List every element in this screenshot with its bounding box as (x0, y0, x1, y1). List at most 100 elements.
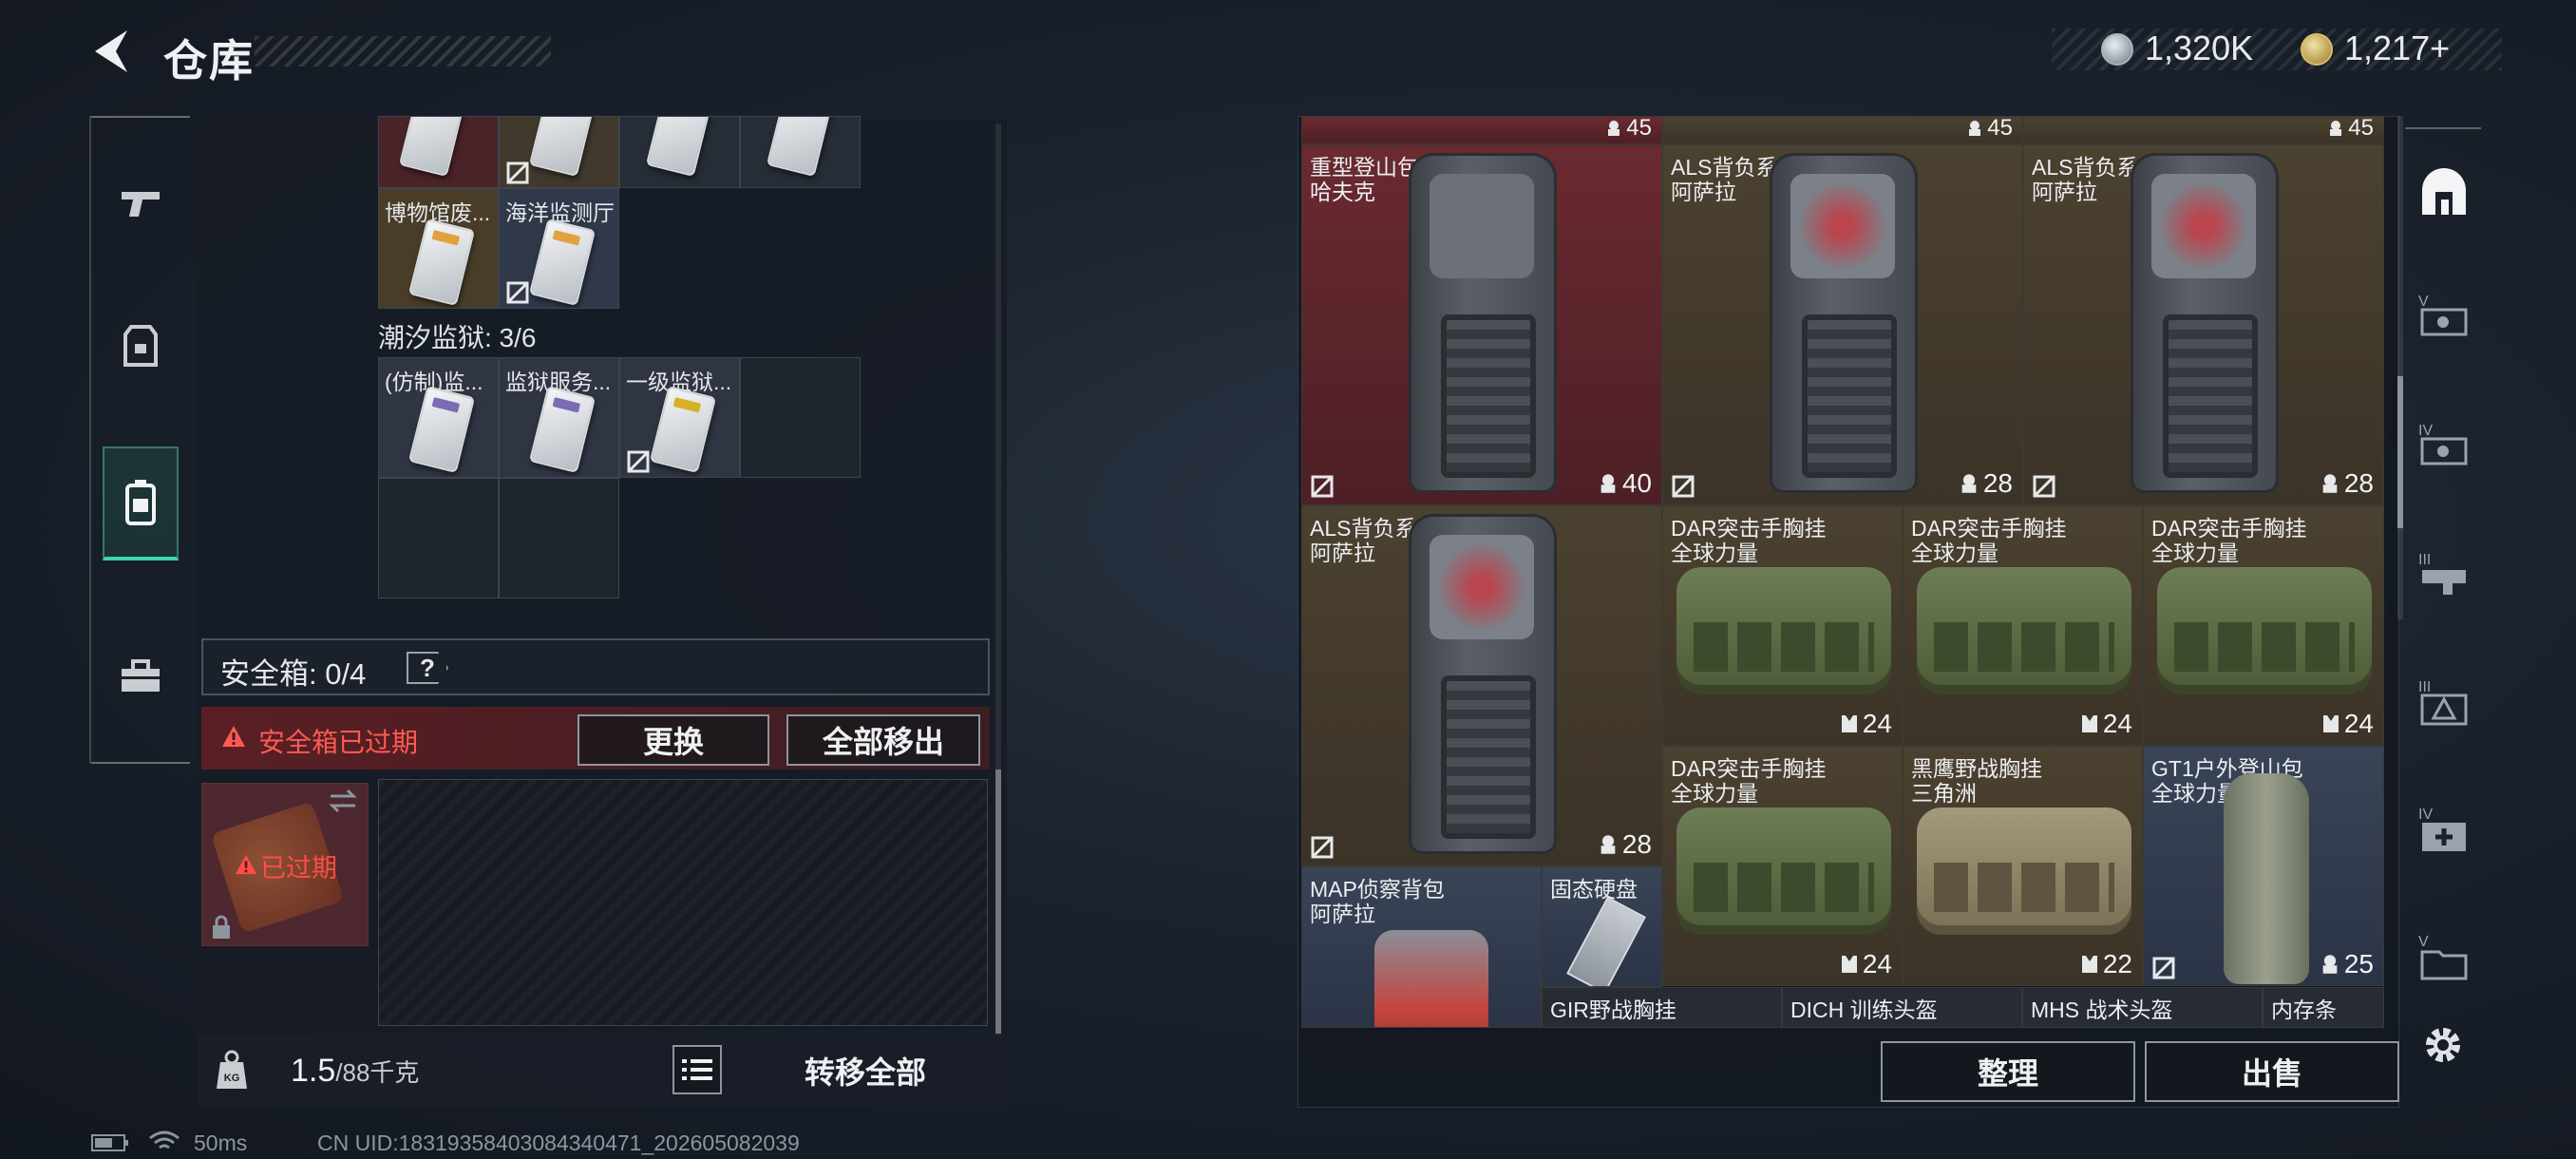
item-brand: 全球力量 (1671, 541, 1758, 565)
item-count: 24 (2321, 709, 2374, 739)
no-insurance-icon (1311, 836, 1334, 859)
backpack-tab[interactable] (103, 446, 179, 560)
replace-button[interactable]: 更换 (578, 714, 769, 766)
weight-icon: KG (217, 1050, 247, 1089)
ssd-image (1566, 896, 1646, 986)
capacity-icon (2330, 121, 2342, 136)
inventory-item[interactable]: ALS背负系统 阿萨拉 28 (2023, 144, 2384, 505)
capacity-icon (1601, 474, 1616, 493)
inventory-item[interactable]: DAR突击手胸挂 全球力量 24 (1662, 746, 1903, 986)
inventory-item[interactable]: MHS 战术头盔 (2022, 987, 2263, 1028)
safe-box-storage[interactable] (378, 779, 988, 1026)
battery-icon (91, 1134, 128, 1151)
stash-item[interactable]: 博物馆废... (378, 188, 499, 309)
no-insurance-icon (627, 450, 650, 473)
armor-tab[interactable] (103, 289, 179, 403)
inventory-item[interactable]: GT1户外登山包 全球力量 25 (2143, 746, 2384, 986)
item-brand: 阿萨拉 (1310, 902, 1375, 926)
transfer-all-button[interactable]: 转移全部 (739, 1037, 992, 1104)
settings-gear-icon[interactable] (2420, 1022, 2466, 1068)
empty-slot[interactable] (499, 478, 619, 598)
chest-rig-image (1917, 567, 2131, 694)
stash-cell[interactable] (499, 116, 619, 188)
svg-text:IV: IV (2418, 807, 2433, 823)
item-brand: 三角洲 (1911, 781, 1977, 806)
capacity-icon (1969, 121, 1981, 136)
backpack-icon (125, 480, 156, 525)
chest-rig-image (1676, 808, 1891, 935)
inventory-item[interactable]: MAP侦察背包 阿萨拉 (1301, 866, 1542, 1028)
inventory-item[interactable]: DAR突击手胸挂 全球力量 24 (2143, 505, 2384, 746)
inventory-item[interactable]: ALS背负系统 阿萨拉 28 (1662, 144, 2023, 505)
wifi-icon (149, 1130, 180, 1150)
tier-v-folder-icon[interactable]: V (2415, 927, 2473, 986)
item-brand: 全球力量 (2151, 541, 2239, 565)
stash-cell[interactable] (619, 116, 740, 188)
toolbox-tab[interactable] (103, 619, 179, 733)
armor-class-icon (2322, 715, 2339, 732)
sell-button[interactable]: 出售 (2145, 1041, 2399, 1102)
item-brand: 阿萨拉 (2032, 180, 2097, 204)
stash-scroll-thumb[interactable] (995, 770, 1001, 1036)
capacity-icon (1961, 474, 1977, 493)
weight-value: 1.5 (291, 1053, 336, 1089)
armor-class-icon (1841, 956, 1857, 973)
item-name: 内存条 (2271, 998, 2337, 1022)
backpack-image (1409, 514, 1557, 854)
empty-slot[interactable] (378, 478, 499, 598)
item-brand: 全球力量 (1911, 541, 1998, 565)
inventory-item[interactable]: DICH 训练头盔 (1782, 987, 2022, 1028)
move-all-out-button[interactable]: 全部移出 (786, 714, 980, 766)
silver-coin-icon (2101, 33, 2133, 66)
svg-text:IV: IV (2418, 423, 2433, 439)
base-icon[interactable] (2415, 162, 2473, 220)
safe-box-label: 安全箱: 0/4 (220, 657, 367, 691)
right-nav-divider (2405, 127, 2481, 129)
inventory-item[interactable]: DAR突击手胸挂 全球力量 24 (1903, 505, 2143, 746)
inventory-scroll-thumb[interactable] (2397, 376, 2403, 528)
silver-amount: 1,320K (2145, 28, 2254, 67)
user-uid: CN UID:18319358403084340471_202605082039 (317, 1130, 800, 1155)
tier-v-weapon-icon[interactable]: V (2415, 287, 2473, 346)
item-count: 28 (2320, 468, 2374, 499)
item-strip[interactable]: 45 (1301, 116, 1662, 144)
list-icon (682, 1059, 712, 1080)
item-name: GIR野战胸挂 (1550, 998, 1676, 1022)
inventory-item[interactable]: 固态硬盘 (1542, 866, 1662, 987)
tier-iii-hazard-icon[interactable]: III (2415, 673, 2473, 732)
tier-iv-weapon-icon[interactable]: IV (2415, 416, 2473, 475)
gold-amount[interactable]: 1,217+ (2344, 28, 2450, 68)
item-name: MHS 战术头盔 (2031, 998, 2173, 1022)
sort-button[interactable]: 整理 (1881, 1041, 2135, 1102)
capacity-icon (1608, 121, 1620, 136)
inventory-item[interactable]: 内存条 (2263, 987, 2384, 1028)
weight-unit: /88千克 (335, 1058, 420, 1087)
item-strip[interactable]: 45 (2023, 116, 2384, 144)
inventory-item[interactable]: DAR突击手胸挂 全球力量 24 (1662, 505, 1903, 746)
inventory-item[interactable]: ALS背负系统 阿萨拉 28 (1301, 505, 1662, 866)
tier-iii-weapon-icon[interactable]: III (2415, 545, 2473, 604)
stash-item[interactable]: 监狱服务... (499, 357, 619, 478)
tier-iv-medical-icon[interactable]: IV (2415, 800, 2473, 859)
empty-slot[interactable] (740, 357, 861, 478)
item-name: 固态硬盘 (1550, 877, 1638, 902)
item-count: 25 (2320, 949, 2374, 979)
inventory-scrollbar[interactable] (2397, 116, 2403, 619)
stash-item[interactable]: (仿制)监... (378, 357, 499, 478)
back-arrow-icon[interactable] (87, 27, 133, 76)
weapon-tab[interactable] (103, 146, 179, 260)
list-view-button[interactable] (672, 1045, 722, 1094)
stash-cell[interactable] (740, 116, 861, 188)
item-brand: 哈夫克 (1310, 180, 1375, 204)
stash-cell[interactable] (378, 116, 499, 188)
chest-rig-image (2157, 567, 2372, 694)
inventory-item[interactable]: 重型登山包 哈夫克 40 (1301, 144, 1662, 505)
swap-icon[interactable] (327, 787, 359, 815)
inventory-item[interactable]: GIR野战胸挂 (1542, 987, 1782, 1028)
stash-item[interactable]: 一级监狱... (619, 357, 740, 478)
armor-class-icon (1841, 715, 1857, 732)
stash-item[interactable]: 海洋监测厅 (499, 188, 619, 309)
item-count: 24 (1840, 949, 1892, 979)
inventory-item[interactable]: 黑鹰野战胸挂 三角洲 22 (1903, 746, 2143, 986)
item-strip[interactable]: 45 (1662, 116, 2023, 144)
